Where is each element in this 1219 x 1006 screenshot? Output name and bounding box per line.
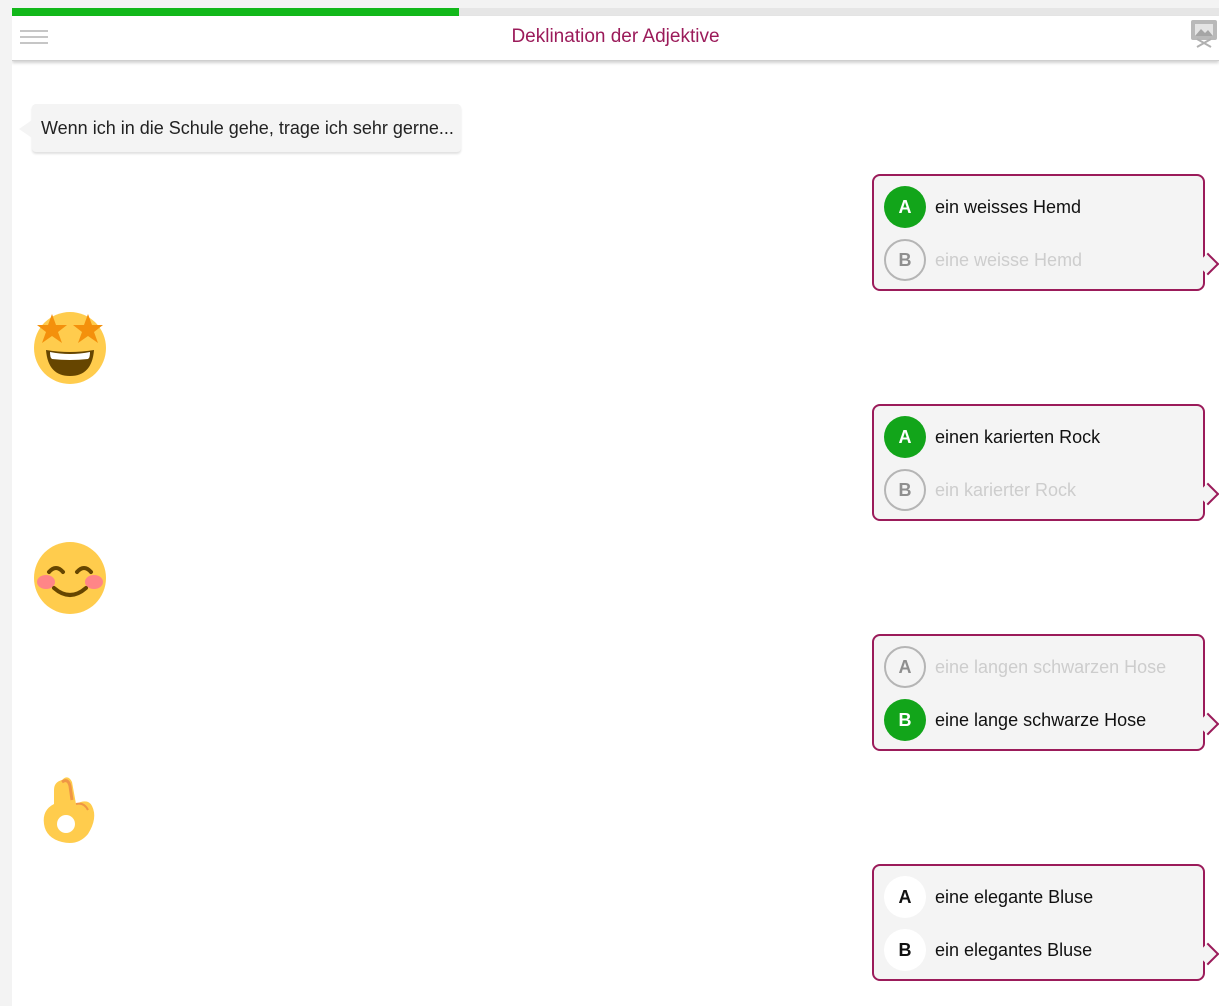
prompt-bubble: Wenn ich in die Schule gehe, trage ich s… [19,104,461,152]
close-icon[interactable] [1189,20,1219,48]
option-a[interactable]: A ein weisses Hemd [884,186,1194,228]
top-bar: Deklination der Adjektive [12,16,1219,61]
choice-card-1: A ein weisses Hemd B eine weisse Hemd [872,174,1205,291]
option-a[interactable]: A eine langen schwarzen Hose [884,646,1194,688]
option-letter-badge: B [884,469,926,511]
option-text: ein weisses Hemd [935,197,1082,217]
option-a[interactable]: A einen karierten Rock [884,416,1194,458]
option-letter-badge: A [884,416,926,458]
ok-hand-emoji [32,770,108,846]
option-text: eine lange schwarze Hose [935,710,1147,730]
option-letter-badge: A [884,876,926,918]
option-letter-badge: B [884,699,926,741]
smiling-face-emoji [32,538,108,614]
progress-bar-fill [12,8,459,16]
option-b[interactable]: B ein elegantes Bluse [884,929,1194,971]
option-text: eine langen schwarzen Hose [935,657,1167,677]
option-letter-badge: A [884,646,926,688]
option-letter-badge: B [884,239,926,281]
page-title: Deklination der Adjektive [511,26,720,47]
option-b[interactable]: B eine weisse Hemd [884,239,1194,281]
choice-card-2: A einen karierten Rock B ein karierter R… [872,404,1205,521]
option-b[interactable]: B eine lange schwarze Hose [884,699,1194,741]
option-letter-badge: B [884,929,926,971]
option-text: ein karierter Rock [935,480,1077,500]
option-letter-badge: A [884,186,926,228]
progress-bar [12,8,1219,16]
option-text: eine elegante Bluse [935,887,1094,907]
option-b[interactable]: B ein karierter Rock [884,469,1194,511]
option-a[interactable]: A eine elegante Bluse [884,876,1194,918]
option-text: ein elegantes Bluse [935,940,1093,960]
choice-card-3: A eine langen schwarzen Hose B eine lang… [872,634,1205,751]
option-text: eine weisse Hemd [935,250,1083,270]
star-struck-emoji [32,308,108,384]
choice-card-4: A eine elegante Bluse B ein elegantes Bl… [872,864,1205,981]
chat-quiz-app: Deklination der Adjektive Wenn ich in di… [12,8,1219,1006]
prompt-text: Wenn ich in die Schule gehe, trage ich s… [41,118,454,138]
option-text: einen karierten Rock [935,427,1101,447]
